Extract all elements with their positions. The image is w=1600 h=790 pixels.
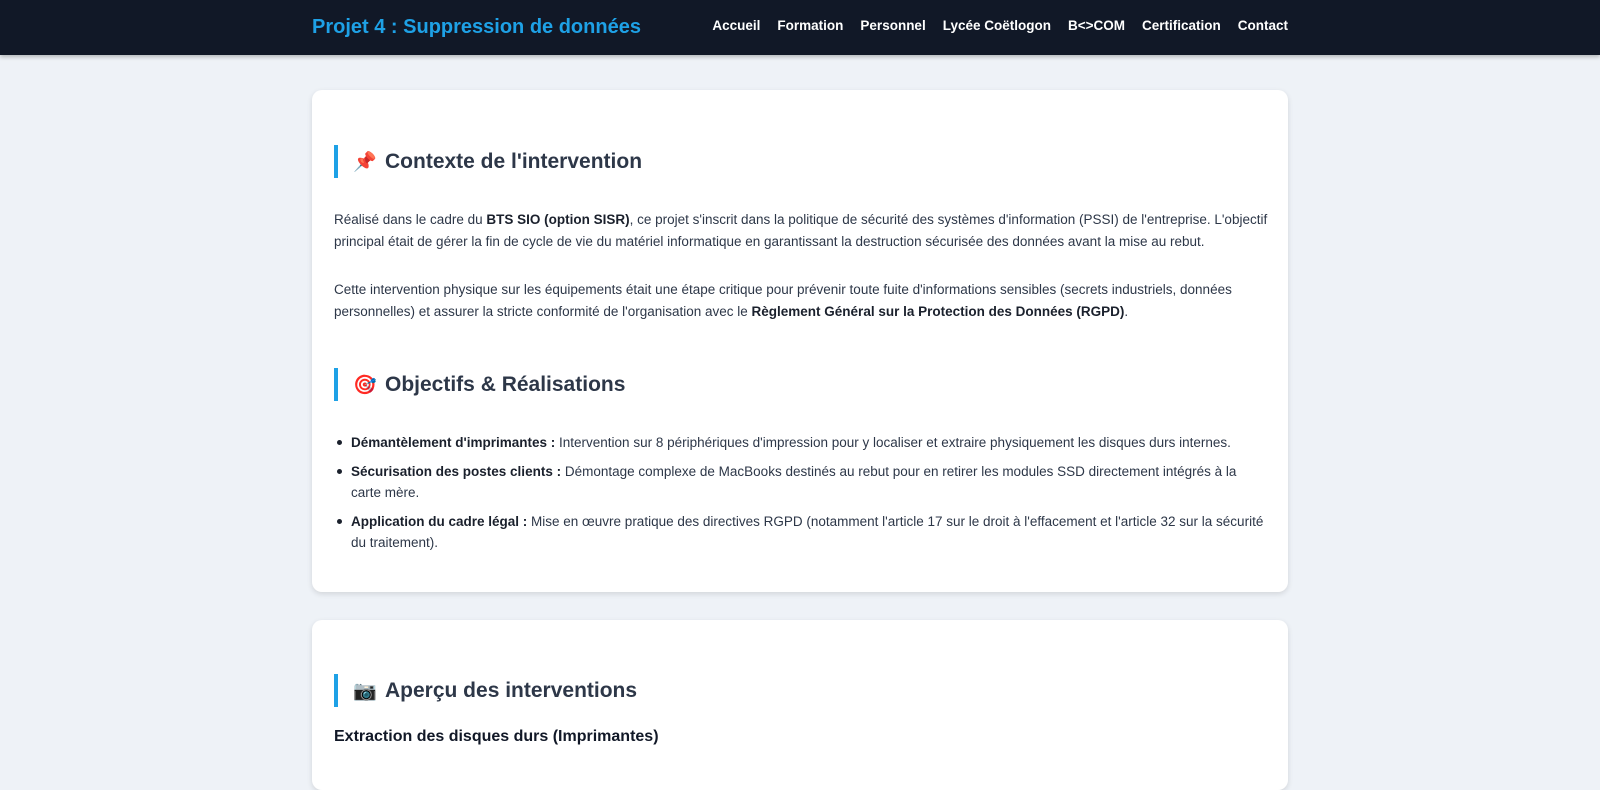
section-heading-text: Objectifs & Réalisations — [385, 372, 626, 396]
nav-link-certification[interactable]: Certification — [1142, 18, 1221, 33]
list-item: Sécurisation des postes clients : Démont… — [334, 461, 1270, 504]
subsection-heading: Extraction des disques durs (Imprimantes… — [334, 728, 659, 745]
content-card-main: 📌 Contexte de l'intervention Réalisé dan… — [312, 90, 1288, 592]
target-icon: 🎯 — [353, 374, 377, 396]
nav-link-lycee-coetlogon[interactable]: Lycée Coëtlogon — [943, 18, 1051, 33]
section-heading-objectifs: 🎯 Objectifs & Réalisations — [334, 368, 625, 401]
list-item: Application du cadre légal : Mise en œuv… — [334, 511, 1270, 554]
objectives-list: Démantèlement d'imprimantes : Interventi… — [334, 432, 1270, 561]
context-bold-rgpd: Règlement Général sur la Protection des … — [751, 303, 1125, 319]
nav-link-personnel[interactable]: Personnel — [860, 18, 925, 33]
nav-link-contact[interactable]: Contact — [1238, 18, 1288, 33]
context-bold-bts: BTS SIO (option SISR) — [486, 212, 630, 227]
list-item-label: Application du cadre légal : — [351, 513, 528, 529]
list-item-text: Intervention sur 8 périphériques d'impre… — [555, 435, 1231, 450]
context-text: Réalisé dans le cadre du — [334, 212, 487, 227]
context-paragraph-2: Cette intervention physique sur les équi… — [334, 279, 1270, 322]
list-item-label: Démantèlement d'imprimantes : — [351, 435, 556, 450]
page-title: Projet 4 : Suppression de données — [312, 16, 641, 38]
context-paragraph-1: Réalisé dans le cadre du BTS SIO (option… — [334, 209, 1270, 252]
nav-link-formation[interactable]: Formation — [777, 18, 843, 33]
top-navbar: Projet 4 : Suppression de données Accuei… — [0, 0, 1600, 55]
context-text: . — [1124, 303, 1129, 319]
camera-icon: 📷 — [353, 680, 377, 702]
list-item-label: Sécurisation des postes clients : — [351, 463, 562, 479]
section-heading-text: Aperçu des interventions — [385, 678, 638, 702]
section-heading-apercu: 📷 Aperçu des interventions — [334, 674, 637, 707]
list-item: Démantèlement d'imprimantes : Interventi… — [334, 432, 1270, 454]
section-heading-text: Contexte de l'intervention — [385, 149, 643, 173]
content-card-overview: 📷 Aperçu des interventions Extraction de… — [312, 620, 1288, 790]
nav-link-accueil[interactable]: Accueil — [712, 18, 760, 33]
nav-link-bcom[interactable]: B<>COM — [1068, 18, 1125, 33]
section-heading-contexte: 📌 Contexte de l'intervention — [334, 145, 642, 178]
main-nav: Accueil Formation Personnel Lycée Coëtlo… — [712, 18, 1288, 33]
pushpin-icon: 📌 — [353, 151, 377, 173]
